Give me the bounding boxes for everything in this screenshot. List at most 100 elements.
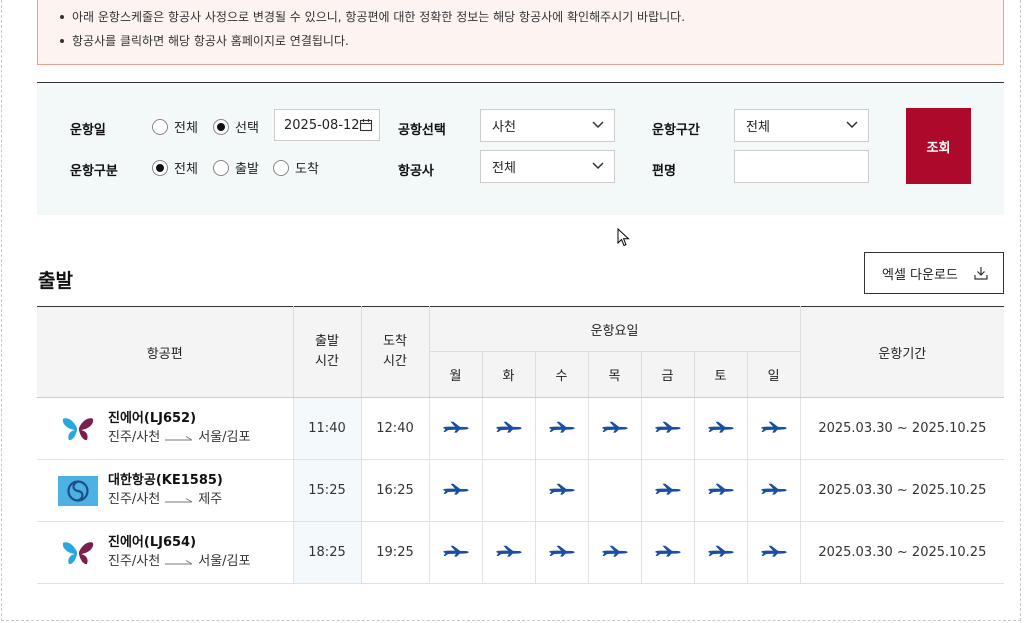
header-day: 일 (746, 351, 801, 398)
day-cell (587, 521, 642, 584)
notice-item: 항공사를 클릭하면 해당 항공사 홈페이지로 연결됩니다. (60, 29, 1003, 53)
plane-icon (548, 483, 575, 499)
plane-icon (442, 483, 469, 499)
table-row: 대한항공(KE1585) 진주/사천 제주 15:25 16:25 2025.03.30 … (37, 459, 1005, 522)
query-button[interactable]: 조회 (906, 108, 971, 184)
header-day: 목 (587, 351, 642, 398)
airline-link[interactable]: 대한항공(KE1585) (108, 471, 223, 490)
table-row: 진에어(LJ652) 진주/사천 서울/김포 11:40 12:40 2025.03.30… (37, 397, 1005, 460)
plane-icon (442, 545, 469, 561)
plane-icon (495, 545, 522, 561)
day-cell (640, 521, 695, 584)
download-icon (974, 267, 988, 280)
plane-icon (760, 421, 787, 437)
flight-cell: 진에어(LJ654) 진주/사천 서울/김포 (37, 521, 294, 584)
plane-icon (442, 421, 469, 437)
date-label: 운항일 (70, 123, 106, 138)
date-select-radio[interactable]: 선택 (213, 117, 259, 136)
section-title: 출발 (38, 270, 73, 292)
airport-label: 공항선택 (398, 123, 446, 138)
radio-label: 도착 (295, 162, 319, 177)
day-cell (534, 397, 589, 460)
day-cell (693, 521, 748, 584)
route: 진주/사천 서울/김포 (108, 552, 250, 572)
day-cell (481, 459, 536, 522)
route-arrow-icon (160, 428, 198, 448)
jinair-butterfly-logo[interactable] (58, 537, 98, 569)
excel-download-button[interactable]: 엑셀 다운로드 (864, 252, 1004, 294)
route-arrow-icon (160, 490, 198, 510)
search-panel: 운항일 전체 선택 2025-08-12 운항구분 전체 출발 도착 공항선택 … (37, 82, 1004, 215)
chevron-down-icon (592, 121, 604, 129)
route-value: 전체 (746, 120, 770, 135)
route: 진주/사천 제주 (108, 490, 223, 510)
plane-icon (654, 421, 681, 437)
plane-icon (760, 483, 787, 499)
notice-item: 아래 운항스케줄은 항공사 사정으로 변경될 수 있으니, 항공편에 대한 정확… (60, 5, 1003, 29)
koreanair-taeguk-logo[interactable] (58, 475, 98, 507)
day-cell (587, 459, 642, 522)
route-to: 제주 (198, 492, 223, 507)
day-cell (746, 459, 801, 522)
jinair-butterfly-logo[interactable] (58, 413, 98, 445)
route-select[interactable]: 전체 (734, 109, 869, 142)
plane-icon (707, 483, 734, 499)
route-label: 운항구간 (652, 123, 700, 138)
type-all-radio[interactable]: 전체 (152, 158, 198, 177)
type-label: 운항구분 (70, 164, 118, 179)
airline-select[interactable]: 전체 (480, 150, 615, 183)
route-from: 진주/사천 (108, 430, 161, 445)
period-cell: 2025.03.30 ~ 2025.10.25 (799, 397, 1005, 460)
dep-time-cell: 11:40 (292, 397, 362, 460)
route: 진주/사천 서울/김포 (108, 428, 250, 448)
airline-link[interactable]: 진에어(LJ654) (108, 533, 250, 552)
airport-value: 사천 (492, 120, 516, 135)
radio-dot-checked (213, 118, 229, 135)
radio-dot-checked (152, 159, 168, 176)
chevron-down-icon (846, 121, 858, 129)
type-arrival-radio[interactable]: 도착 (273, 158, 319, 177)
date-all-radio[interactable]: 전체 (152, 117, 198, 136)
flight-cell: 대한항공(KE1585) 진주/사천 제주 (37, 459, 294, 522)
airline-label: 항공사 (398, 164, 434, 179)
plane-icon (548, 421, 575, 437)
period-cell: 2025.03.30 ~ 2025.10.25 (799, 459, 1005, 522)
plane-icon (707, 545, 734, 561)
date-value: 2025-08-12 (284, 117, 360, 133)
plane-icon (760, 545, 787, 561)
radio-label: 선택 (235, 121, 259, 136)
day-cell (640, 397, 695, 460)
header-dep-time: 출발 시간 (292, 306, 362, 398)
flight-no-input[interactable] (734, 150, 869, 183)
mouse-cursor-icon (617, 228, 630, 247)
airport-select[interactable]: 사천 (480, 109, 615, 142)
header-day: 수 (534, 351, 589, 398)
day-cell (693, 397, 748, 460)
route-from: 진주/사천 (108, 492, 161, 507)
header-flight: 항공편 (37, 306, 294, 398)
calendar-icon[interactable] (359, 118, 373, 132)
day-cell (481, 397, 536, 460)
arr-time-cell: 19:25 (360, 521, 430, 584)
dep-time-cell: 18:25 (292, 521, 362, 584)
plane-icon (495, 421, 522, 437)
day-cell (587, 397, 642, 460)
day-cell (428, 521, 483, 584)
date-input[interactable]: 2025-08-12 (274, 109, 380, 141)
header-period: 운항기간 (799, 306, 1005, 398)
header-day: 금 (640, 351, 695, 398)
flight-cell: 진에어(LJ652) 진주/사천 서울/김포 (37, 397, 294, 460)
type-departure-radio[interactable]: 출발 (213, 158, 259, 177)
arr-time-cell: 12:40 (360, 397, 430, 460)
day-cell (534, 459, 589, 522)
flight-no-label: 편명 (652, 164, 676, 179)
airline-link[interactable]: 진에어(LJ652) (108, 409, 250, 428)
dep-time-cell: 15:25 (292, 459, 362, 522)
period-cell: 2025.03.30 ~ 2025.10.25 (799, 521, 1005, 584)
radio-label: 출발 (235, 162, 259, 177)
plane-icon (548, 545, 575, 561)
radio-dot (213, 159, 229, 176)
radio-label: 전체 (174, 121, 198, 136)
day-cell (640, 459, 695, 522)
route-to: 서울/김포 (198, 554, 251, 569)
